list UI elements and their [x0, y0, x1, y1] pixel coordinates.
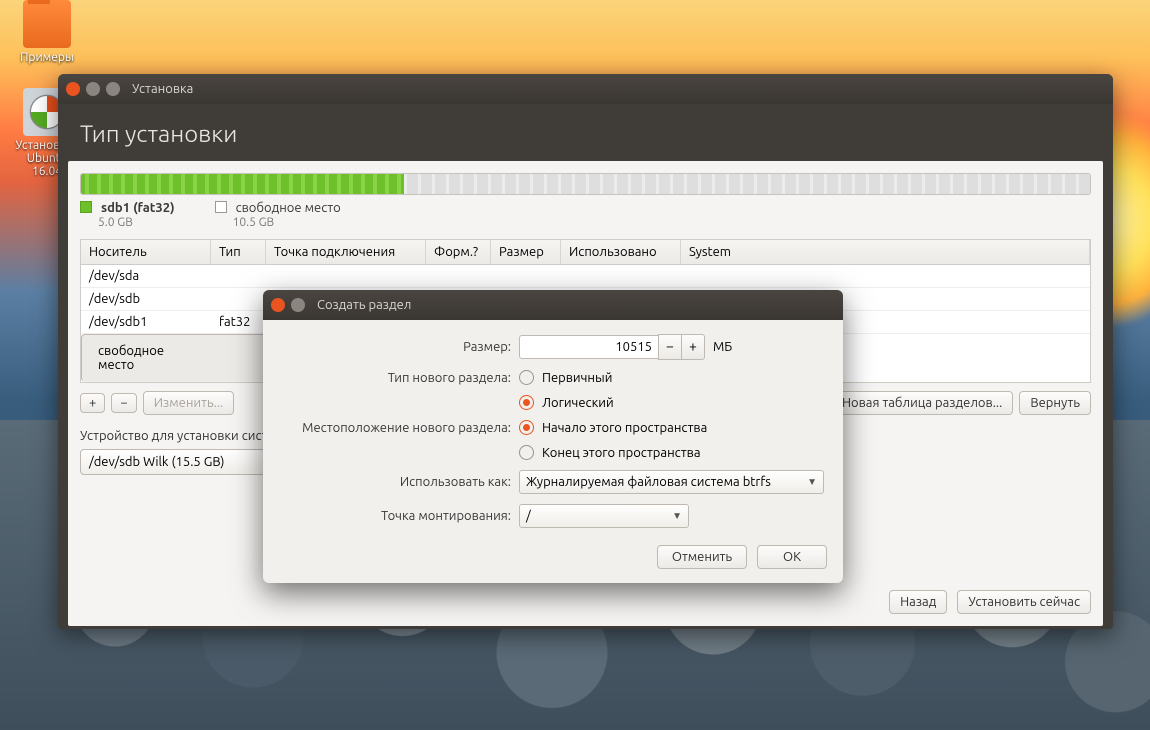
dialog-cancel-button[interactable]: Отменить: [657, 545, 747, 569]
create-partition-dialog: Создать раздел Размер: − + МБ Тип нового…: [263, 290, 843, 583]
radio-begin-label: Начало этого пространства: [542, 421, 707, 435]
size-spinner[interactable]: − +: [519, 334, 705, 360]
titlebar[interactable]: Установка: [58, 74, 1113, 104]
chevron-down-icon: ▼: [672, 510, 682, 522]
desktop-icon-examples[interactable]: Примеры: [12, 0, 82, 64]
size-unit: МБ: [713, 340, 732, 354]
bootloader-value: /dev/sdb Wilk (15.5 GB): [89, 455, 225, 469]
col-size[interactable]: Размер: [491, 240, 561, 264]
partition-segment-used[interactable]: [81, 174, 404, 194]
legend-free-label: свободное место: [236, 201, 341, 215]
radio-location-begin[interactable]: [519, 420, 534, 435]
new-partition-table-button[interactable]: Новая таблица разделов...: [831, 391, 1013, 415]
folder-icon: [23, 0, 71, 48]
mount-point-combo[interactable]: / ▼: [519, 504, 689, 528]
chevron-down-icon: ▼: [807, 476, 817, 488]
dialog-ok-button[interactable]: OK: [757, 545, 827, 569]
radio-primary[interactable]: [519, 370, 534, 385]
col-system[interactable]: System: [681, 240, 1090, 264]
desktop-icon-label: Примеры: [12, 51, 82, 64]
size-decrement-button[interactable]: −: [658, 334, 682, 360]
mount-point-value: /: [526, 509, 531, 523]
mount-point-label: Точка монтирования:: [281, 509, 511, 523]
legend-free: свободное место 10.5 GB: [215, 201, 341, 229]
revert-button[interactable]: Вернуть: [1019, 391, 1091, 415]
location-label: Местоположение нового раздела:: [281, 421, 511, 435]
dialog-titlebar[interactable]: Создать раздел: [263, 290, 843, 320]
radio-end-label: Конец этого пространства: [542, 446, 701, 460]
radio-location-end[interactable]: [519, 445, 534, 460]
col-format[interactable]: Форм.?: [426, 240, 491, 264]
use-as-value: Журналируемая файловая система btrfs: [526, 475, 771, 489]
dialog-title: Создать раздел: [317, 298, 411, 312]
install-now-button[interactable]: Установить сейчас: [957, 590, 1091, 614]
add-partition-button[interactable]: +: [80, 393, 105, 413]
window-maximize-icon[interactable]: [106, 82, 120, 96]
col-device[interactable]: Носитель: [81, 240, 211, 264]
partition-type-label: Тип нового раздела:: [281, 371, 511, 385]
legend-swatch-used: [80, 201, 92, 213]
dialog-minimize-icon[interactable]: [291, 298, 305, 312]
dialog-close-icon[interactable]: [271, 298, 285, 312]
size-label: Размер:: [281, 340, 511, 354]
size-increment-button[interactable]: +: [681, 334, 705, 360]
legend-used-size: 5.0 GB: [98, 216, 133, 229]
use-as-select[interactable]: Журналируемая файловая система btrfs ▼: [519, 470, 824, 494]
col-used[interactable]: Использовано: [561, 240, 681, 264]
window-title: Установка: [132, 82, 193, 96]
window-minimize-icon[interactable]: [86, 82, 100, 96]
change-partition-button[interactable]: Изменить...: [143, 391, 235, 415]
use-as-label: Использовать как:: [281, 475, 511, 489]
table-row[interactable]: /dev/sda: [81, 265, 1090, 288]
size-input[interactable]: [519, 335, 659, 359]
col-mount[interactable]: Точка подключения: [266, 240, 426, 264]
page-heading: Тип установки: [58, 104, 1113, 161]
window-close-icon[interactable]: [66, 82, 80, 96]
radio-logical[interactable]: [519, 395, 534, 410]
table-header: Носитель Тип Точка подключения Форм.? Ра…: [81, 240, 1090, 265]
legend-swatch-free: [215, 201, 227, 213]
partition-segment-free[interactable]: [404, 174, 1090, 194]
legend-used-label: sdb1 (fat32): [101, 201, 175, 215]
col-type[interactable]: Тип: [211, 240, 266, 264]
legend-free-size: 10.5 GB: [233, 216, 275, 229]
back-button[interactable]: Назад: [889, 590, 947, 614]
remove-partition-button[interactable]: −: [111, 393, 136, 413]
radio-primary-label: Первичный: [542, 371, 612, 385]
partition-bar[interactable]: [80, 173, 1091, 195]
legend-used: sdb1 (fat32) 5.0 GB: [80, 201, 175, 229]
radio-logical-label: Логический: [542, 396, 614, 410]
